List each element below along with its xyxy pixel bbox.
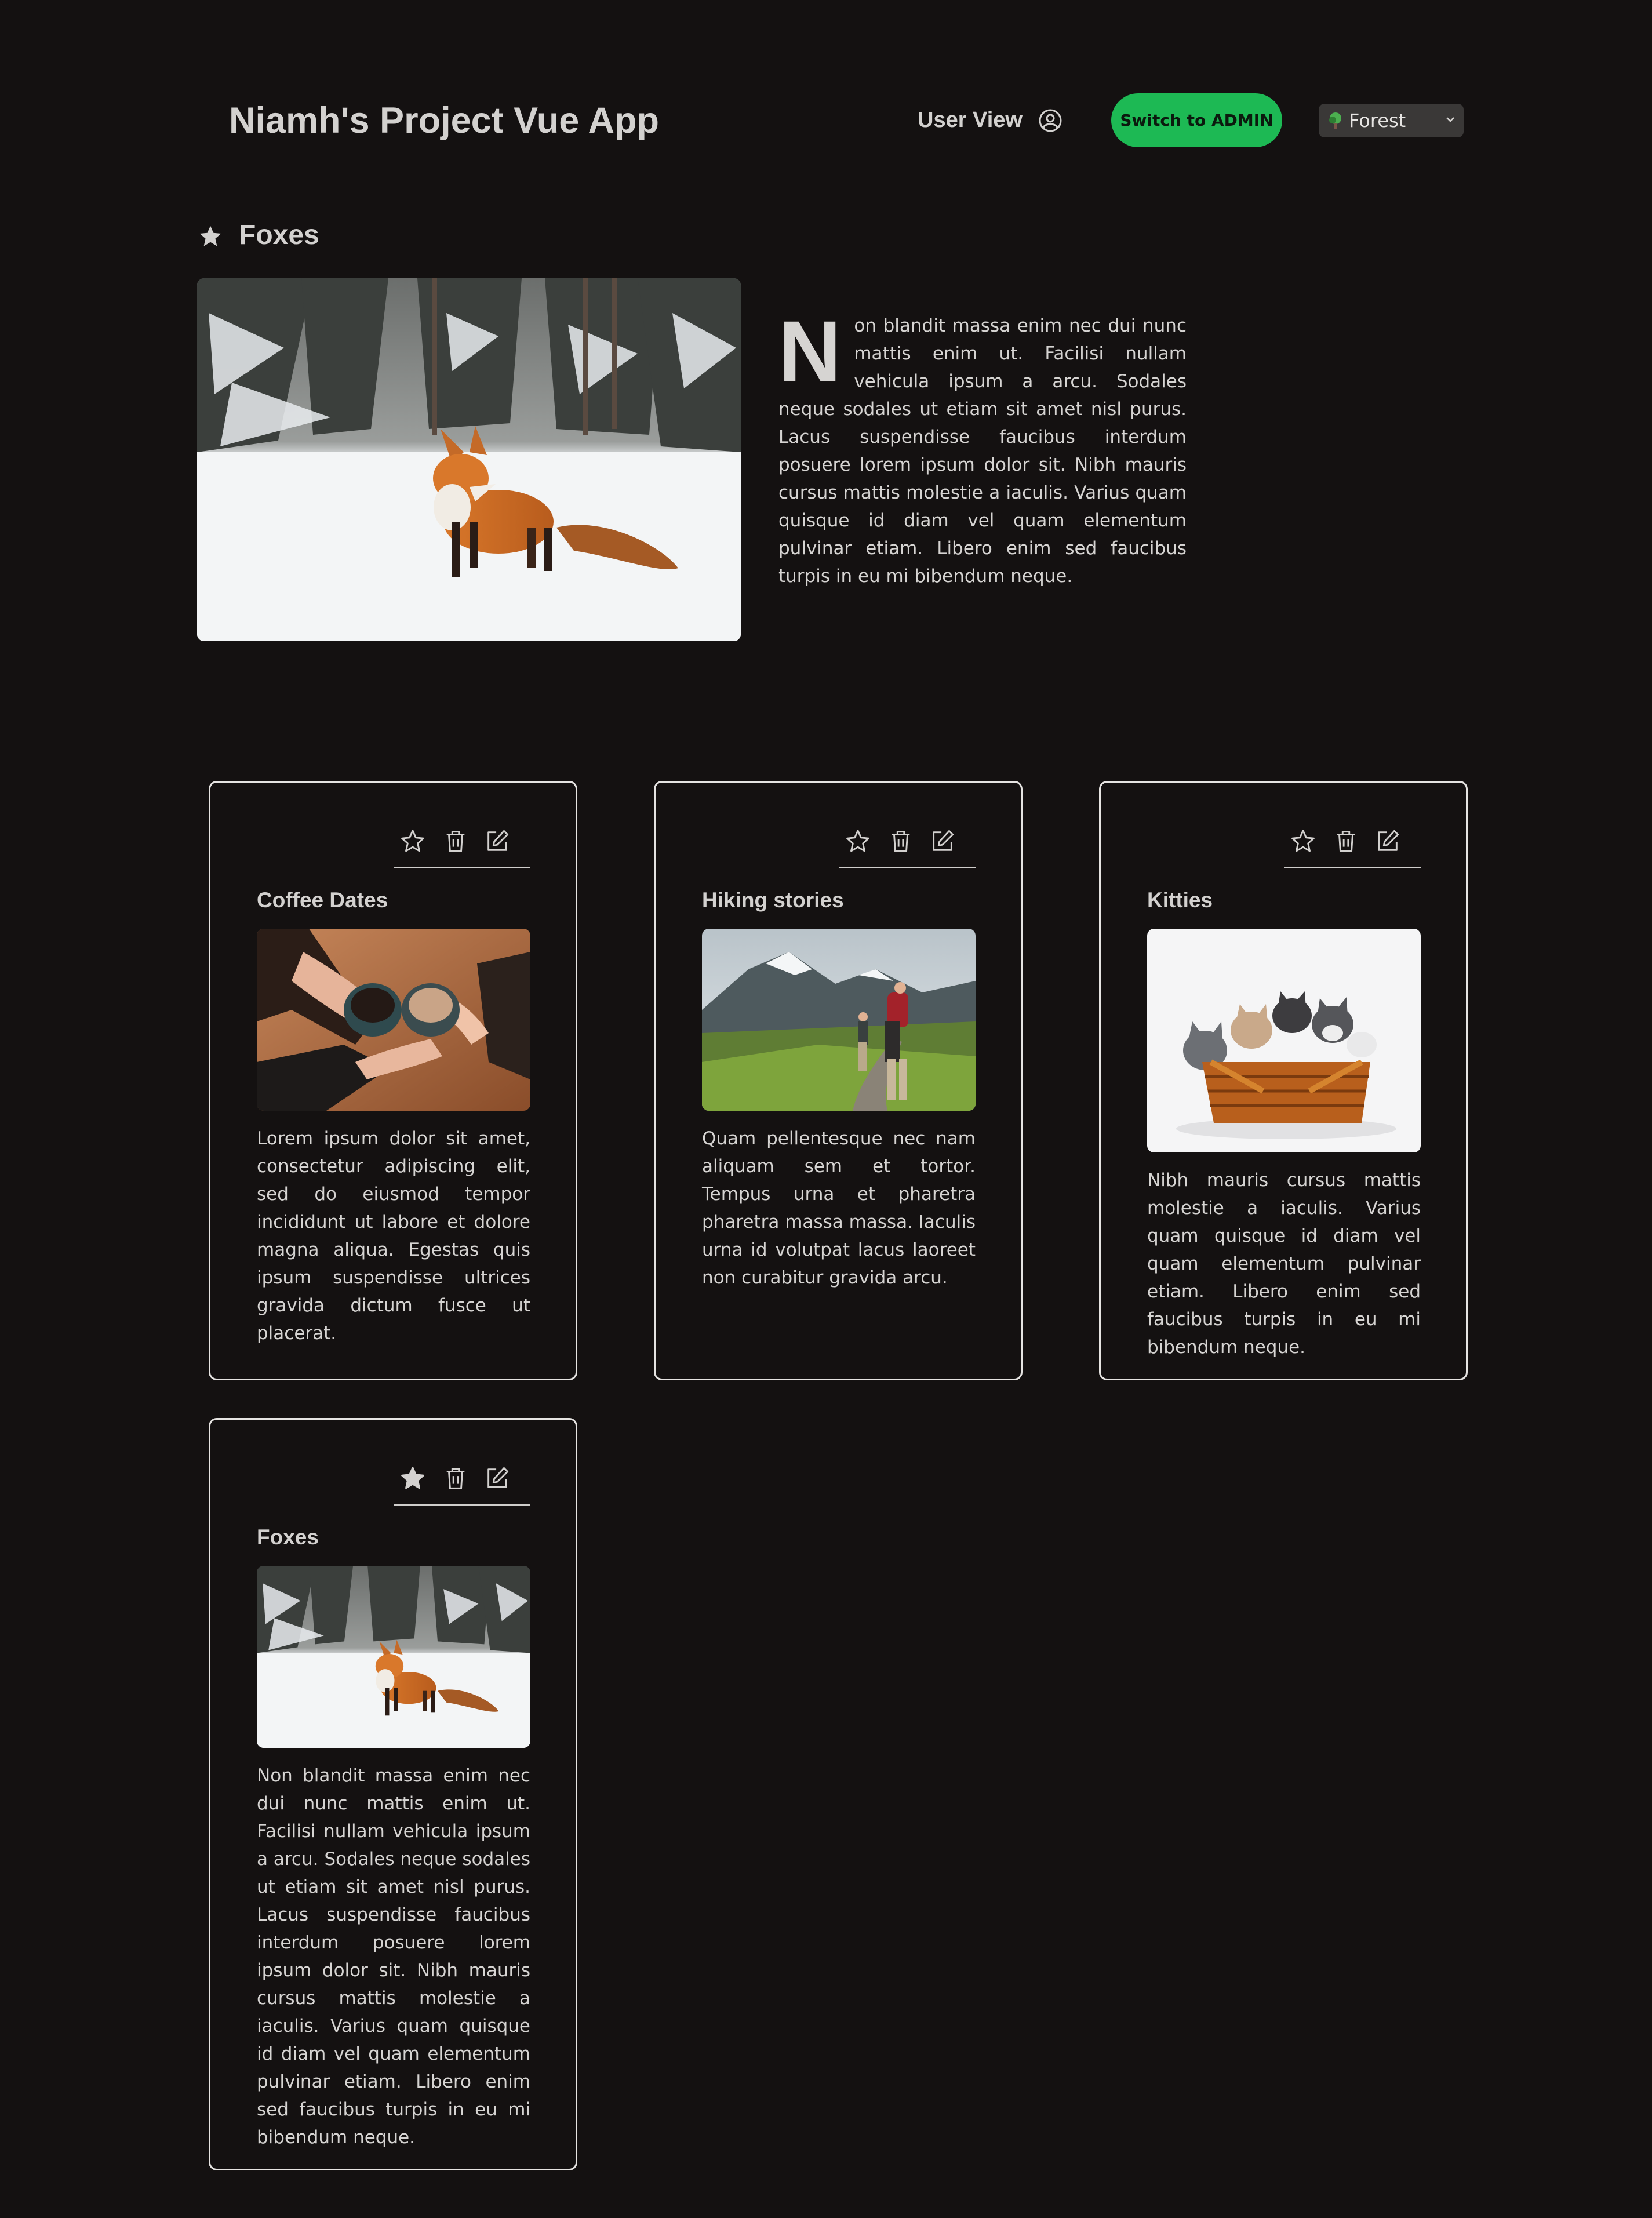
edit-pencil-icon[interactable]	[484, 828, 511, 855]
tree-icon	[1329, 112, 1341, 129]
card-title: Kitties	[1147, 888, 1213, 912]
app-header: Niamh's Project Vue App User View Switch…	[0, 0, 1652, 151]
app-title: Niamh's Project Vue App	[229, 100, 659, 141]
card-title: Coffee Dates	[257, 888, 388, 912]
trash-icon[interactable]	[442, 1465, 469, 1492]
star-icon[interactable]	[845, 828, 871, 855]
card-hiking-stories: Hiking stories Quam pellentesque nec nam…	[654, 781, 1023, 1380]
card-image	[1147, 929, 1421, 1152]
card-image	[257, 929, 530, 1111]
card-title: Foxes	[257, 1525, 319, 1549]
user-circle-icon[interactable]	[1038, 108, 1062, 133]
card-text: Quam pellentesque nec nam aliquam sem et…	[702, 1128, 976, 1288]
card-image	[702, 929, 976, 1111]
trash-icon[interactable]	[442, 828, 469, 855]
card-image	[257, 1566, 530, 1748]
favorite-dropcap: N	[778, 303, 842, 400]
card-text: Nibh mauris cursus mattis molestie a iac…	[1147, 1170, 1421, 1358]
card-coffee-dates: Coffee Dates Lorem ipsum dolor sit amet,…	[209, 781, 577, 1380]
card-foxes: Foxes Non blandit massa enim nec dui nun…	[209, 1418, 577, 2170]
card-title: Hiking stories	[702, 888, 844, 912]
star-filled-icon	[199, 226, 221, 246]
star-icon[interactable]	[1290, 828, 1316, 855]
favorite-description: Non blandit massa enim nec dui nunc matt…	[778, 303, 1187, 590]
card-text: Lorem ipsum dolor sit amet, consectetur …	[257, 1128, 530, 1344]
edit-pencil-icon[interactable]	[484, 1465, 511, 1492]
edit-pencil-icon[interactable]	[929, 828, 956, 855]
card-toolbar	[1284, 828, 1421, 868]
trash-icon[interactable]	[1333, 828, 1359, 855]
theme-select[interactable]: Forest	[1319, 104, 1464, 137]
star-filled-icon[interactable]	[399, 1465, 426, 1492]
card-text: Non blandit massa enim nec dui nunc matt…	[257, 1765, 530, 2148]
card-toolbar	[394, 828, 530, 868]
edit-pencil-icon[interactable]	[1374, 828, 1401, 855]
favorite-image	[197, 278, 741, 641]
user-view-label[interactable]: User View	[918, 108, 1023, 133]
card-kitties: Kitties Nibh mauris cursus mattis molest…	[1099, 781, 1468, 1380]
favorite-title: Foxes	[239, 220, 319, 250]
card-toolbar	[839, 828, 976, 868]
card-toolbar	[394, 1465, 530, 1506]
trash-icon[interactable]	[887, 828, 914, 855]
chevron-down-icon	[1446, 117, 1454, 122]
star-icon[interactable]	[399, 828, 426, 855]
switch-to-admin-button[interactable]: Switch to ADMIN	[1111, 93, 1282, 147]
theme-select-value: Forest	[1349, 110, 1406, 132]
